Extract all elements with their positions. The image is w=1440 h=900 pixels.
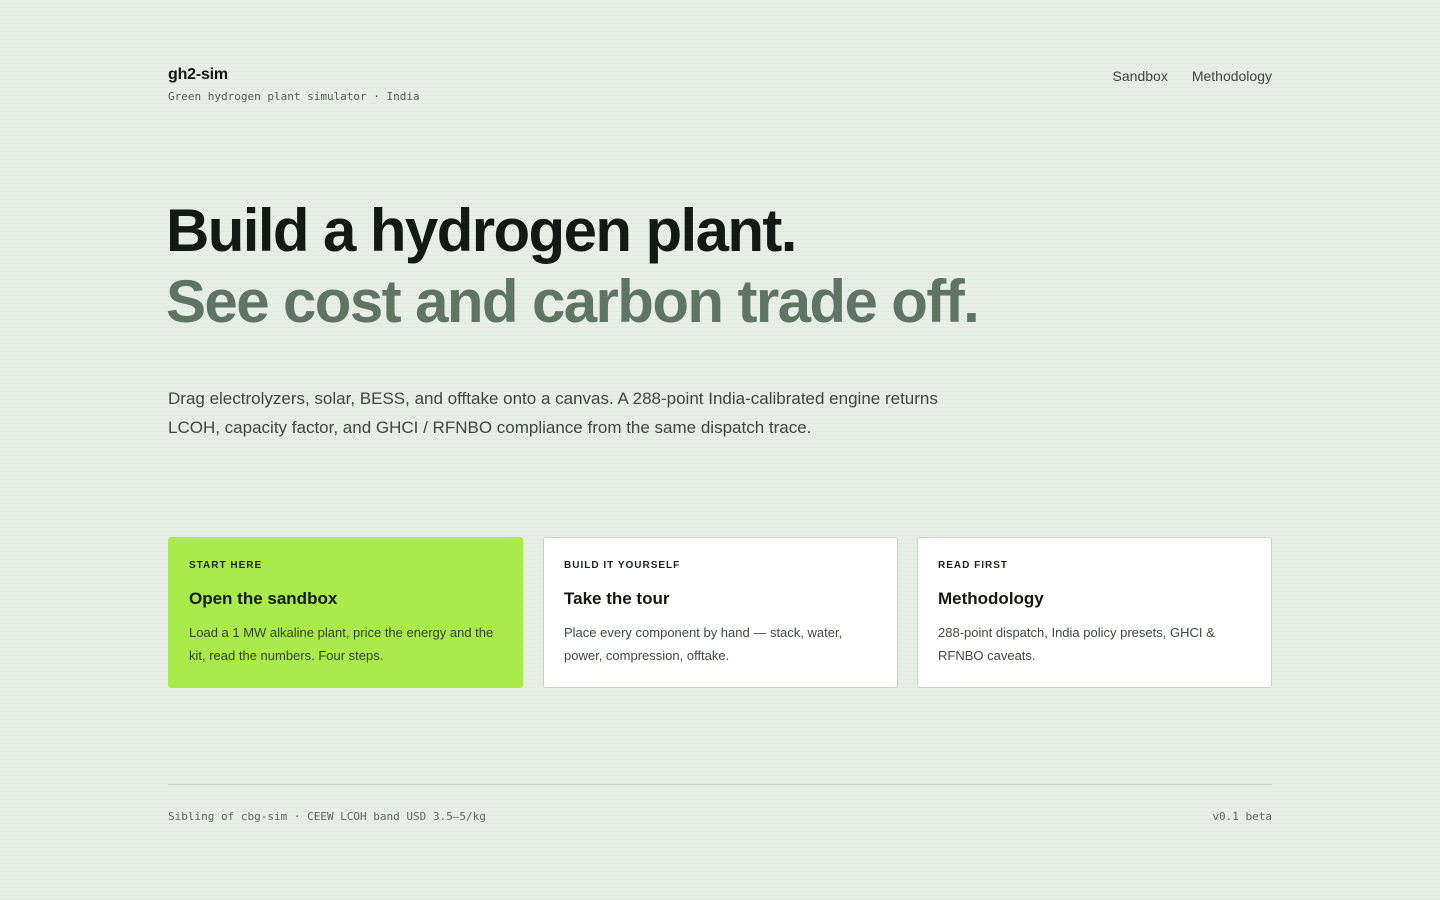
card-methodology[interactable]: READ FIRST Methodology 288-point dispatc…: [917, 537, 1272, 688]
nav-link-methodology[interactable]: Methodology: [1192, 68, 1272, 84]
card-eyebrow: START HERE: [189, 560, 263, 571]
footer-divider: [168, 784, 1272, 785]
action-cards: START HERE Open the sandbox Load a 1 MW …: [168, 537, 1272, 688]
card-description: 288-point dispatch, India policy presets…: [938, 625, 1215, 663]
card-open-sandbox[interactable]: START HERE Open the sandbox Load a 1 MW …: [168, 537, 523, 688]
card-description: Place every component by hand — stack, w…: [564, 625, 843, 663]
page: gh2-sim Green hydrogen plant simulator ·…: [166, 0, 1272, 900]
version-label: v0.1 beta: [1212, 810, 1272, 823]
brand-logo[interactable]: gh2-sim: [168, 66, 228, 84]
card-title: Methodology: [938, 589, 1044, 608]
card-description: Load a 1 MW alkaline plant, price the en…: [189, 625, 494, 663]
hero-headline: Build a hydrogen plant.: [166, 197, 797, 264]
footer-note: Sibling of cbg-sim · CEEW LCOH band USD …: [168, 810, 486, 823]
card-eyebrow: BUILD IT YOURSELF: [564, 560, 681, 571]
nav-link-sandbox[interactable]: Sandbox: [1113, 68, 1168, 84]
hero-description: Drag electrolyzers, solar, BESS, and off…: [168, 389, 938, 437]
card-title: Take the tour: [564, 589, 670, 608]
site-header: gh2-sim Green hydrogen plant simulator ·…: [168, 64, 1272, 114]
card-take-tour[interactable]: BUILD IT YOURSELF Take the tour Place ev…: [543, 537, 898, 688]
hero-subheadline: See cost and carbon trade off.: [166, 268, 980, 335]
brand-tagline: Green hydrogen plant simulator · India: [168, 90, 420, 103]
card-eyebrow: READ FIRST: [938, 560, 1008, 571]
top-nav: Sandbox Methodology: [1113, 68, 1272, 84]
card-title: Open the sandbox: [189, 589, 338, 608]
